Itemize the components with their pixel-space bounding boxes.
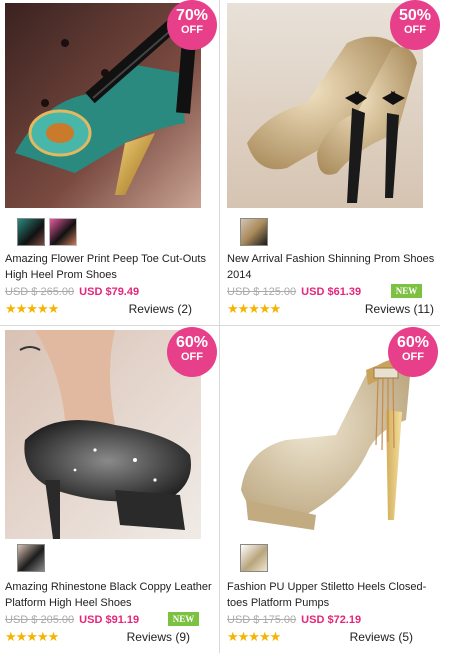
- thumbnail-row: [17, 218, 81, 246]
- product-title[interactable]: Fashion PU Upper Stiletto Heels Closed-t…: [227, 579, 439, 611]
- discount-label: OFF: [181, 24, 203, 36]
- discount-badge: 60% OFF: [167, 327, 217, 377]
- thumbnail-row: [240, 544, 272, 572]
- color-thumbnail[interactable]: [17, 218, 45, 246]
- product-card[interactable]: 50% OFF New Arrival Fashion Shinning Pro…: [221, 0, 441, 326]
- sale-price: USD $91.19: [79, 614, 140, 626]
- price-row: USD $ 265.00 USD $79.49: [5, 286, 139, 298]
- original-price: USD $ 265.00: [5, 286, 75, 298]
- rating-stars: ★★★★★: [5, 629, 59, 644]
- sale-price: USD $61.39: [301, 286, 362, 298]
- product-title[interactable]: Amazing Rhinestone Black Coppy Leather P…: [5, 579, 217, 611]
- price-row: USD $ 205.00 USD $91.19: [5, 614, 139, 626]
- price-row: USD $ 125.00 USD $61.39: [227, 286, 361, 298]
- reviews-link[interactable]: Reviews (5): [350, 630, 413, 644]
- product-card[interactable]: 70% OFF Amazing Flower Print Peep Toe Cu…: [0, 0, 220, 326]
- discount-percent: 70%: [175, 7, 209, 24]
- product-grid: 70% OFF Amazing Flower Print Peep Toe Cu…: [0, 0, 450, 653]
- product-card[interactable]: 60% OFF Fashion PU Upper Stiletto Heels …: [221, 327, 441, 653]
- discount-badge: 60% OFF: [388, 327, 438, 377]
- reviews-link[interactable]: Reviews (2): [129, 302, 192, 316]
- discount-label: OFF: [181, 351, 203, 363]
- discount-percent: 60%: [396, 334, 430, 351]
- color-thumbnail[interactable]: [240, 544, 268, 572]
- discount-label: OFF: [404, 24, 426, 36]
- product-title[interactable]: Amazing Flower Print Peep Toe Cut-Outs H…: [5, 251, 217, 283]
- discount-percent: 60%: [175, 334, 209, 351]
- original-price: USD $ 205.00: [5, 614, 75, 626]
- sale-price: USD $79.49: [79, 286, 140, 298]
- color-thumbnail[interactable]: [240, 218, 268, 246]
- new-badge: NEW: [391, 284, 422, 298]
- rating-stars: ★★★★★: [227, 301, 281, 316]
- color-thumbnail[interactable]: [17, 544, 45, 572]
- price-row: USD $ 175.00 USD $72.19: [227, 614, 361, 626]
- rating-stars: ★★★★★: [227, 629, 281, 644]
- thumbnail-row: [17, 544, 49, 572]
- sale-price: USD $72.19: [301, 614, 362, 626]
- discount-percent: 50%: [398, 7, 432, 24]
- reviews-link[interactable]: Reviews (11): [365, 302, 434, 316]
- new-badge: NEW: [168, 612, 199, 626]
- reviews-link[interactable]: Reviews (9): [127, 630, 190, 644]
- product-card[interactable]: 60% OFF Amazing Rhinestone Black Coppy L…: [0, 327, 220, 653]
- original-price: USD $ 125.00: [227, 286, 297, 298]
- color-thumbnail[interactable]: [49, 218, 77, 246]
- discount-badge: 70% OFF: [167, 0, 217, 50]
- thumbnail-row: [240, 218, 272, 246]
- product-title[interactable]: New Arrival Fashion Shinning Prom Shoes …: [227, 251, 439, 283]
- rating-stars: ★★★★★: [5, 301, 59, 316]
- discount-label: OFF: [402, 351, 424, 363]
- original-price: USD $ 175.00: [227, 614, 297, 626]
- discount-badge: 50% OFF: [390, 0, 440, 50]
